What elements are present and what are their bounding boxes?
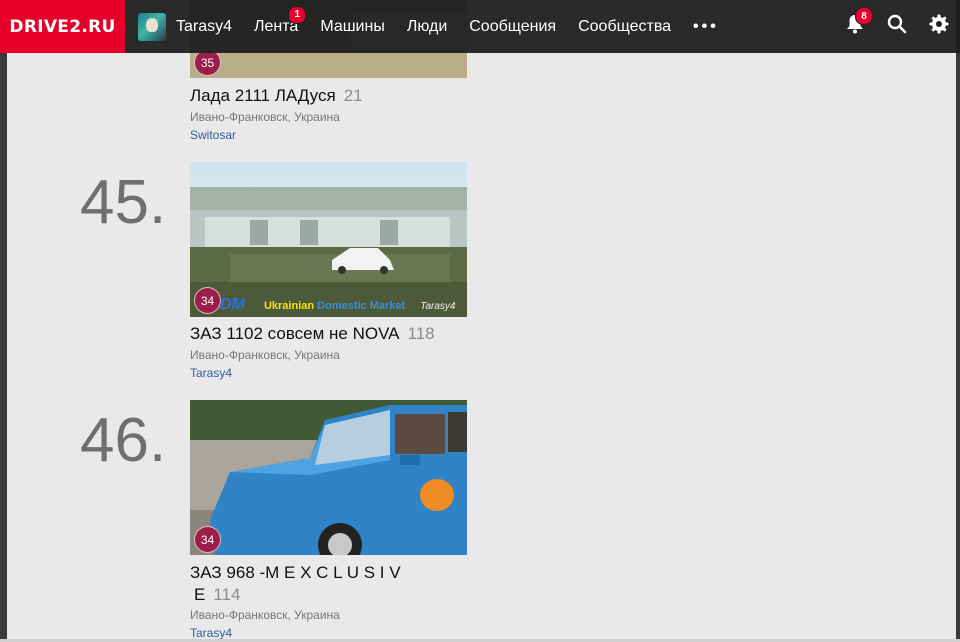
- settings-button[interactable]: [918, 0, 960, 53]
- rank-number: 45.: [80, 168, 167, 237]
- site-logo[interactable]: DRIVE2.RU: [0, 0, 125, 53]
- notifications-button[interactable]: 8: [834, 0, 876, 53]
- car-photo-zaz-1102[interactable]: DM Ukrainian Domestic Market Tarasy4: [190, 162, 467, 317]
- car-location: Ивано-Франковск, Украина: [190, 348, 340, 362]
- watermark-domestic: Domestic Market: [317, 300, 406, 312]
- car-location: Ивано-Франковск, Украина: [190, 608, 340, 622]
- owner-link[interactable]: Tarasy4: [190, 626, 232, 640]
- likes-count: 21: [343, 86, 363, 105]
- watermark-ukrainian: Ukrainian: [263, 300, 315, 312]
- nav-cars[interactable]: Машины: [320, 18, 385, 36]
- more-menu-icon[interactable]: •••: [693, 18, 719, 36]
- photo-count-badge: 34: [194, 526, 221, 553]
- nav-people[interactable]: Люди: [407, 18, 447, 36]
- car-title-text[interactable]: Лада 2111 ЛАДуся: [190, 86, 336, 105]
- nav-messages[interactable]: Сообщения: [469, 18, 556, 36]
- window-frame-right: [956, 0, 960, 642]
- watermark-dm: DM: [220, 296, 245, 313]
- toolbar-icons: 8: [834, 0, 960, 53]
- watermark-author: Tarasy4: [420, 301, 456, 312]
- car-title[interactable]: Лада 2111 ЛАДуся 21: [190, 86, 363, 106]
- photo-watermark: DM Ukrainian Domestic Market Tarasy4: [220, 296, 455, 314]
- gear-icon: [929, 14, 949, 39]
- car-title-text[interactable]: ЗАЗ 968 -M E X C L U S I V: [190, 562, 401, 584]
- nav-username[interactable]: Tarasy4: [176, 18, 232, 36]
- car-title[interactable]: ЗАЗ 968 -M E X C L U S I V E 114: [190, 562, 401, 606]
- owner-link[interactable]: Tarasy4: [190, 366, 232, 380]
- car-location: Ивано-Франковск, Украина: [190, 110, 340, 124]
- owner-link[interactable]: Switosar: [190, 128, 236, 142]
- car-title[interactable]: ЗАЗ 1102 совсем не NOVA 118: [190, 324, 435, 344]
- search-button[interactable]: [876, 0, 918, 53]
- nav-feed[interactable]: Лента 1: [254, 5, 307, 36]
- photo-count-badge: 34: [194, 287, 221, 314]
- feed-badge: 1: [288, 5, 307, 24]
- user-avatar[interactable]: [138, 12, 166, 41]
- car-photo-zaz-968[interactable]: [190, 400, 467, 555]
- likes-count: 114: [213, 585, 241, 604]
- rank-number: 46.: [80, 406, 167, 475]
- search-icon: [887, 14, 907, 39]
- photo-count-badge: 35: [194, 49, 221, 76]
- notifications-badge: 8: [855, 7, 873, 25]
- car-title-text-cont[interactable]: E: [194, 585, 205, 604]
- car-title-text[interactable]: ЗАЗ 1102 совсем не NOVA: [190, 324, 400, 343]
- likes-count: 118: [407, 324, 435, 343]
- top-navigation-bar: DRIVE2.RU Tarasy4 Лента 1 Машины Люди Со…: [0, 0, 960, 53]
- nav-communities[interactable]: Сообщества: [578, 18, 671, 36]
- window-frame-left: [0, 0, 7, 642]
